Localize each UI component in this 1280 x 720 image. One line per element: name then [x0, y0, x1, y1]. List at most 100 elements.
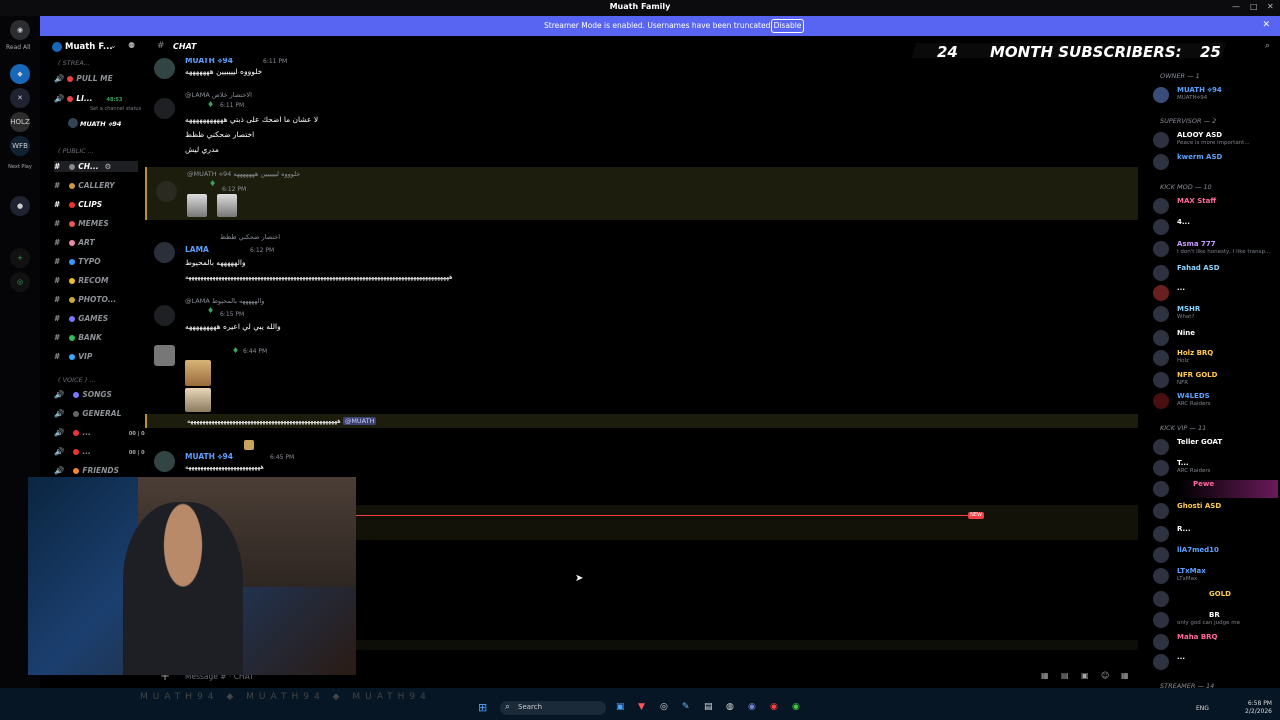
avatar[interactable]	[154, 242, 175, 263]
message-author[interactable]: MUATH ⟡94	[185, 58, 233, 66]
search-icon[interactable]: ⌕	[1265, 41, 1270, 51]
member-item[interactable]: Pewe	[1153, 480, 1278, 498]
message[interactable]: اختصار ضحكني ظظظ LAMA 6:12 PM والهههههه …	[145, 230, 1138, 281]
taskbar-app-icon[interactable]: ▼	[638, 702, 645, 712]
close-window-button[interactable]: ✕	[1267, 2, 1274, 11]
avatar[interactable]	[154, 451, 175, 472]
member-item[interactable]: Nine	[1153, 329, 1278, 347]
member-item[interactable]: LTxMax LTxMax	[1153, 567, 1278, 585]
avatar[interactable]	[154, 345, 175, 366]
taskbar-app-icon[interactable]: ◍	[726, 702, 734, 712]
member-item[interactable]: T... ARC Raiders	[1153, 459, 1278, 477]
member-item[interactable]: Asma 777 I don't like honesty, I like tra…	[1153, 240, 1278, 258]
disable-streamer-mode-button[interactable]: Disable	[771, 19, 804, 33]
member-item[interactable]: Fahad ASD	[1153, 264, 1278, 282]
member-item[interactable]: MUATH ⟡94 MUATH⟡94	[1153, 86, 1278, 104]
apps-icon[interactable]: ▦	[1121, 671, 1129, 680]
message[interactable]: @LAMA الاختصار خلاص ♦ 6:11 PM لا عشان ما…	[145, 88, 1138, 156]
member-item[interactable]: W4LEDS ARC Raiders	[1153, 392, 1278, 410]
server-icon-wfb[interactable]: WFB	[10, 136, 30, 156]
windows-start-icon[interactable]: ⊞	[478, 701, 487, 714]
channel-chat[interactable]: # CH... ⚙	[54, 161, 138, 172]
reply-reference[interactable]: اختصار ضحكني ظظظ	[220, 233, 280, 241]
channel-callery[interactable]: # CALLERY	[54, 181, 115, 190]
server-icon-next[interactable]: Next Play	[8, 164, 32, 170]
member-item[interactable]: 4...	[1153, 218, 1278, 236]
channel-live[interactable]: 🔊 LI... 48:53	[54, 94, 122, 103]
channel-vip[interactable]: # VIP	[54, 352, 92, 361]
chrome-taskbar-icon[interactable]: ◉	[770, 702, 778, 712]
member-item[interactable]: Holz BRQ Holz	[1153, 349, 1278, 367]
minimize-button[interactable]: —	[1232, 2, 1240, 11]
add-server-icon[interactable]: +	[10, 248, 30, 268]
channel-songs[interactable]: 🔊 SONGS	[54, 390, 112, 399]
avatar[interactable]	[154, 98, 175, 119]
message[interactable]: MUATH ⟡94 6:45 PM هههههههههههههههههههههه…	[145, 439, 1138, 475]
server-icon-muath[interactable]: ◆	[10, 64, 30, 84]
channel-clips[interactable]: # CLIPS	[54, 200, 102, 209]
member-item[interactable]: MAX Staff	[1153, 197, 1278, 215]
member-item[interactable]: R...	[1153, 525, 1278, 543]
channel-games[interactable]: # GAMES	[54, 314, 108, 323]
member-item[interactable]: BR only god can judge me	[1153, 611, 1278, 629]
taskbar-app-icon[interactable]: ◎	[660, 702, 668, 712]
message[interactable]: ♦ 6:44 PM	[145, 343, 1138, 413]
close-banner-icon[interactable]: ✕	[1262, 20, 1270, 30]
message[interactable]: MUATH ⟡94 6:11 PM خلوووه ليييييين هههههه…	[145, 58, 1138, 86]
message-highlighted[interactable]: @MUATH ⟡94 خلوووه ليييييين هههههههه ♦ 6:…	[145, 167, 1138, 220]
reply-reference[interactable]: @LAMA الاختصار خلاص	[185, 91, 252, 99]
member-item[interactable]: llA7med10	[1153, 546, 1278, 564]
member-item[interactable]: kwerm ASD	[1153, 153, 1278, 171]
category-voice[interactable]: ( VOICE ) ...	[58, 376, 96, 384]
message-author[interactable]: LAMA	[185, 245, 209, 254]
chrome-taskbar-icon[interactable]: ◉	[792, 702, 800, 712]
server-name[interactable]: Muath F...	[65, 42, 113, 52]
member-item[interactable]: ...	[1153, 284, 1278, 302]
channel-bank[interactable]: # BANK	[54, 333, 102, 342]
message-author[interactable]: MUATH ⟡94	[185, 452, 233, 462]
gift-icon[interactable]: ▦	[1041, 671, 1049, 680]
member-item[interactable]: MSHR What?	[1153, 305, 1278, 323]
mention[interactable]: @MUATH	[342, 417, 377, 425]
emoji-image[interactable]	[217, 194, 237, 217]
channel-voice-1[interactable]: 🔊... 00 | 04	[54, 428, 148, 437]
avatar[interactable]	[154, 58, 175, 79]
server-icon-3[interactable]: ●	[10, 196, 30, 216]
member-item[interactable]: GOLD	[1153, 590, 1278, 608]
member-item[interactable]: ALOOY ASD Peace is more important...	[1153, 131, 1278, 149]
voice-user-name[interactable]: MUATH ⟡94	[80, 120, 121, 129]
taskbar-search[interactable]: ⌕ Search	[500, 701, 606, 715]
channel-status[interactable]: Set a channel status	[90, 106, 141, 112]
explore-icon[interactable]: ◎	[10, 272, 30, 292]
member-item[interactable]: Ghosti ASD	[1153, 502, 1278, 520]
channel-pull-me[interactable]: 🔊 PULL ME	[54, 74, 113, 83]
channel-general[interactable]: 🔊 GENERAL	[54, 409, 121, 418]
taskbar-clock[interactable]: 6:58 PM 2/2/2026	[1245, 700, 1272, 716]
emoji-image[interactable]	[187, 194, 207, 217]
emoji-icon[interactable]: ☺	[1101, 671, 1109, 680]
taskbar-app-icon[interactable]: ✎	[682, 702, 690, 712]
message[interactable]: @LAMA والهههههه بالمحيوط ♦ 6:15 PM والله…	[145, 295, 1138, 340]
avatar[interactable]	[156, 181, 177, 202]
channel-friends[interactable]: 🔊 FRIENDS	[54, 466, 119, 475]
invite-icon[interactable]: ⚉	[128, 41, 135, 50]
member-item[interactable]: Teller GOAT	[1153, 438, 1278, 456]
channel-recom[interactable]: # RECOM	[54, 276, 108, 285]
reply-reference[interactable]: @MUATH ⟡94 خلوووه ليييييين هههههههه	[187, 170, 300, 179]
taskbar-app-icon[interactable]: ▣	[616, 702, 625, 712]
channel-memes[interactable]: # MEMES	[54, 219, 109, 228]
discord-taskbar-icon[interactable]: ◉	[748, 702, 756, 712]
category-public[interactable]: ( PUBLIC ...	[58, 147, 94, 155]
channel-voice-2[interactable]: 🔊... 00 | 06	[54, 447, 148, 456]
server-icon-holz[interactable]: HOLZ	[10, 112, 30, 132]
avatar[interactable]	[154, 305, 175, 326]
language-indicator[interactable]: ENG	[1196, 705, 1209, 712]
server-icon-2[interactable]: ✕	[10, 88, 30, 108]
taskbar-app-icon[interactable]: ▤	[704, 702, 713, 712]
message-highlighted[interactable]: هههههههههههههههههههههههههههههههههههههههه…	[145, 414, 1138, 428]
reply-thumbnail[interactable]	[244, 440, 254, 450]
channel-art[interactable]: # ART	[54, 238, 95, 247]
gear-icon[interactable]: ⚙	[105, 162, 112, 171]
read-all-button[interactable]: Read All	[6, 44, 30, 51]
chevron-down-icon[interactable]: ⌄	[110, 41, 117, 50]
